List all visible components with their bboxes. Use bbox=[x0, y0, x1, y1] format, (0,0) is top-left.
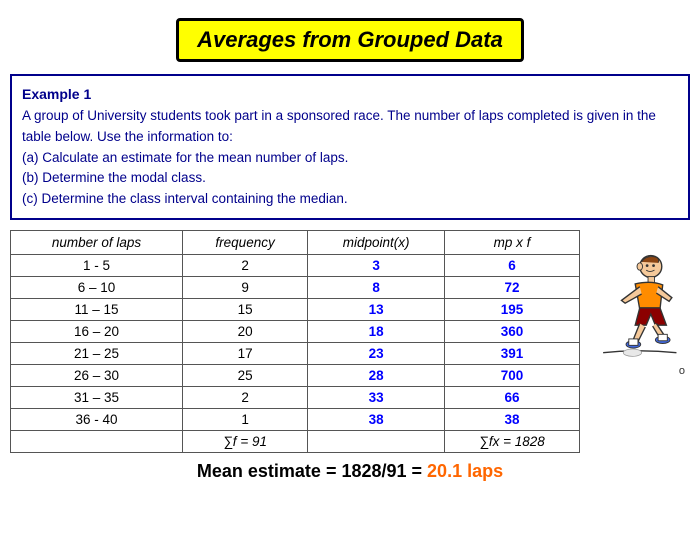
cell-freq: 2 bbox=[182, 255, 307, 277]
cell-laps: 16 – 20 bbox=[11, 321, 183, 343]
cell-freq: 17 bbox=[182, 343, 307, 365]
table-row: 11 – 151513195 bbox=[11, 299, 580, 321]
cell-freq: 25 bbox=[182, 365, 307, 387]
table-row: 16 – 202018360 bbox=[11, 321, 580, 343]
col-header-mpf: mp x f bbox=[445, 231, 580, 255]
cell-freq: 1 bbox=[182, 409, 307, 431]
cell-laps: 1 - 5 bbox=[11, 255, 183, 277]
table-row: 1 - 5236 bbox=[11, 255, 580, 277]
cell-mid: 23 bbox=[308, 343, 445, 365]
title-container: Averages from Grouped Data bbox=[0, 18, 700, 62]
cell-laps: 11 – 15 bbox=[11, 299, 183, 321]
table-row: 6 – 109872 bbox=[11, 277, 580, 299]
cell-laps: 6 – 10 bbox=[11, 277, 183, 299]
example-part-a: (a) Calculate an estimate for the mean n… bbox=[22, 148, 678, 169]
cell-mid: 8 bbox=[308, 277, 445, 299]
cell-mid: 33 bbox=[308, 387, 445, 409]
mean-value: 20.1 laps bbox=[427, 461, 503, 481]
cell-mpf: 72 bbox=[445, 277, 580, 299]
cell-mpf: 38 bbox=[445, 409, 580, 431]
cell-freq: 2 bbox=[182, 387, 307, 409]
cell-mpf: 360 bbox=[445, 321, 580, 343]
col-header-mid: midpoint(x) bbox=[308, 231, 445, 255]
runner-svg bbox=[590, 250, 685, 360]
cell-mpf: 195 bbox=[445, 299, 580, 321]
sum-mpf: ∑fx = 1828 bbox=[445, 431, 580, 453]
col-header-freq: frequency bbox=[182, 231, 307, 255]
cell-freq: 15 bbox=[182, 299, 307, 321]
example-description: A group of University students took part… bbox=[22, 106, 678, 148]
mean-estimate-line: Mean estimate = 1828/91 = 20.1 laps bbox=[0, 461, 700, 482]
cell-mpf: 700 bbox=[445, 365, 580, 387]
col-header-laps: number of laps bbox=[11, 231, 183, 255]
mean-prefix: Mean estimate = 1828/91 = bbox=[197, 461, 427, 481]
table-row: 21 – 251723391 bbox=[11, 343, 580, 365]
cell-mpf: 66 bbox=[445, 387, 580, 409]
runner-illustration: o bbox=[590, 250, 690, 377]
sum-freq: ∑f = 91 bbox=[182, 431, 307, 453]
table-row: 31 – 3523366 bbox=[11, 387, 580, 409]
table-row: 26 – 302528700 bbox=[11, 365, 580, 387]
cell-mpf: 6 bbox=[445, 255, 580, 277]
attribution: o bbox=[590, 365, 685, 377]
cell-mid: 38 bbox=[308, 409, 445, 431]
cell-mpf: 391 bbox=[445, 343, 580, 365]
cell-mid: 13 bbox=[308, 299, 445, 321]
cell-freq: 20 bbox=[182, 321, 307, 343]
example-part-c: (c) Determine the class interval contain… bbox=[22, 189, 678, 210]
cell-mid: 3 bbox=[308, 255, 445, 277]
sum-mid bbox=[308, 431, 445, 453]
sum-row: ∑f = 91 ∑fx = 1828 bbox=[11, 431, 580, 453]
cell-laps: 21 – 25 bbox=[11, 343, 183, 365]
table-row: 36 - 4013838 bbox=[11, 409, 580, 431]
cell-laps: 36 - 40 bbox=[11, 409, 183, 431]
example-label: Example 1 bbox=[22, 84, 678, 106]
example-box: Example 1 A group of University students… bbox=[10, 74, 690, 220]
sum-laps bbox=[11, 431, 183, 453]
cell-laps: 26 – 30 bbox=[11, 365, 183, 387]
cell-laps: 31 – 35 bbox=[11, 387, 183, 409]
page-title: Averages from Grouped Data bbox=[176, 18, 524, 62]
cell-freq: 9 bbox=[182, 277, 307, 299]
table-area: number of laps frequency midpoint(x) mp … bbox=[10, 230, 690, 453]
example-part-b: (b) Determine the modal class. bbox=[22, 168, 678, 189]
data-table: number of laps frequency midpoint(x) mp … bbox=[10, 230, 580, 453]
cell-mid: 18 bbox=[308, 321, 445, 343]
cell-mid: 28 bbox=[308, 365, 445, 387]
